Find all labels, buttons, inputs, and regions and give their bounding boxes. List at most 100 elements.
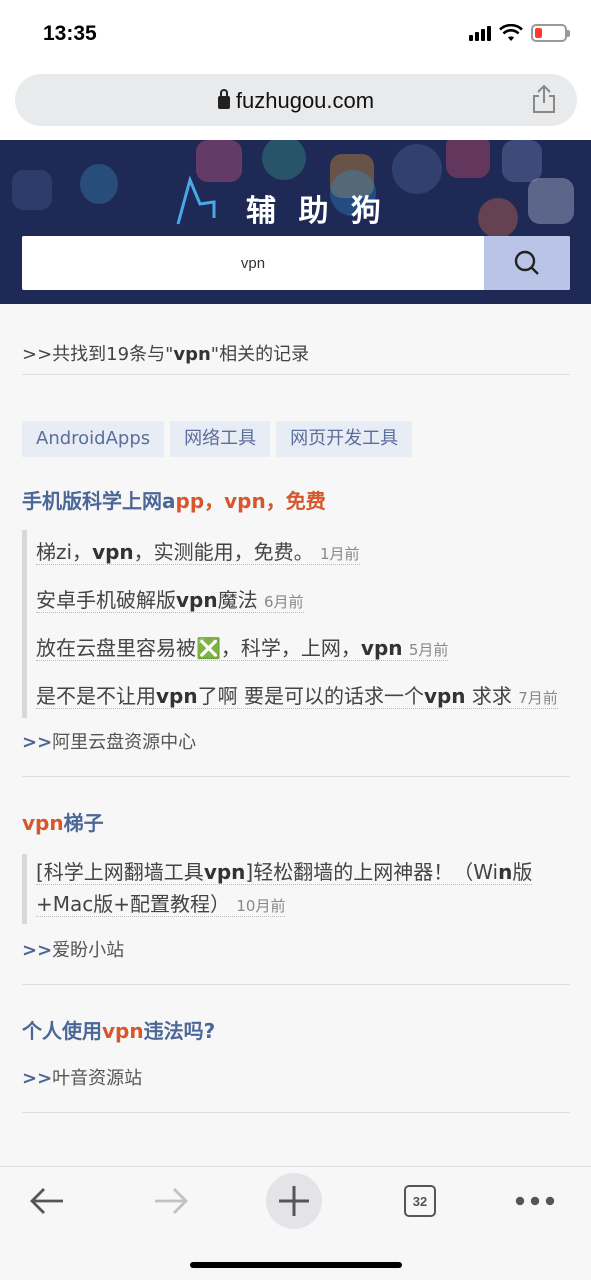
snippet-age: 7月前 [518,689,558,707]
battery-icon [531,24,570,42]
snippet-item[interactable]: 放在云盘里容易被❎，科学，上网，vpn 5月前 [36,632,570,666]
snippet-keyword: vpn [156,684,198,708]
result-title[interactable]: vpn梯子 [22,807,570,836]
snippet-text: [科学上网翻墙工具 [36,860,204,884]
deco-app-icon [528,178,574,224]
more-button[interactable] [508,1181,562,1221]
more-icon [515,1196,555,1206]
new-tab-icon [279,1186,309,1216]
result-title-part: 手机版科学上网a [22,489,176,513]
source-arrow: >> [22,732,53,753]
tabs-button[interactable]: 32 [393,1181,447,1221]
search-box [22,236,570,290]
url-display[interactable]: fuzhugou.com [15,88,577,114]
snippet-keyword: vpn [360,636,403,660]
deco-app-icon [502,140,542,182]
source-arrow: >> [22,1068,53,1089]
snippet-age: 10月前 [236,897,286,915]
status-icons [469,24,570,42]
result-title-part: 违法吗? [143,1019,216,1043]
tag-network-tools[interactable]: 网络工具 [170,421,271,457]
snippet-text: 魔法 [217,588,258,612]
deco-app-icon [262,140,306,180]
snippet-age: 1月前 [320,545,360,563]
snippet-text: 放在云盘里容易被 [36,636,196,660]
logo-mark [176,175,216,225]
wifi-icon [499,24,523,41]
back-icon [30,1188,63,1214]
snippet-list: 梯zi，vpn，实测能用，免费。 1月前 安卓手机破解版vpn魔法 6月前 放在… [22,530,570,718]
search-icon [514,250,539,275]
tab-count: 32 [412,1193,428,1209]
status-bar: 13:35 [0,0,591,68]
result-title[interactable]: 个人使用vpn违法吗? [22,1015,570,1044]
snippet-item[interactable]: 安卓手机破解版vpn魔法 6月前 [36,584,570,618]
search-results: >>共找到19条与"vpn"相关的记录 AndroidApps 网络工具 网页开… [22,304,570,1113]
result-title-keyword: vpn [102,1019,144,1043]
snippet-keyword: vpn [92,540,134,564]
snippet-list: [科学上网翻墙工具vpn]轻松翻墙的上网神器！（Win版+Mac版+配置教程） … [22,854,570,924]
snippet-keyword: vpn [423,684,466,708]
lock-icon [217,89,230,109]
result-title-keyword: vpn [22,811,64,835]
search-input[interactable] [22,236,484,290]
snippet-keyword: vpn [203,860,246,884]
url-text: fuzhugou.com [235,88,375,113]
source-name: 阿里云盘资源中心 [52,732,197,753]
site-brand[interactable]: 辅 助 狗 [246,186,387,230]
search-button[interactable] [484,236,570,290]
tabs-icon: 32 [404,1185,436,1217]
share-icon[interactable] [531,84,557,114]
deco-app-icon [478,198,518,238]
signal-icon [469,25,491,41]
result-title-part: pp，vpn，免费 [175,489,326,513]
snippet-item[interactable]: 是不是不让用vpn了啊 要是可以的话求一个vpn 求求 7月前 [36,680,570,714]
result-section: 个人使用vpn违法吗? >>叶音资源站 [22,1015,570,1113]
snippet-text: 了啊 要是可以的话求一个 [197,684,424,708]
snippet-text: 安卓手机破解版 [36,588,176,612]
cross-mark-icon: ❎ [196,636,221,660]
result-section: vpn梯子 [科学上网翻墙工具vpn]轻松翻墙的上网神器！（Win版+Mac版+… [22,807,570,985]
tag-list: AndroidApps 网络工具 网页开发工具 [22,421,570,457]
snippet-text: 梯zi， [36,540,93,564]
result-section: 手机版科学上网app，vpn，免费 梯zi，vpn，实测能用，免费。 1月前 安… [22,485,570,777]
result-count-suffix: "相关的记录 [210,344,310,365]
tag-androidapps[interactable]: AndroidApps [22,421,165,457]
result-source[interactable]: >>爱盼小站 [22,936,570,962]
snippet-text: ]轻松翻墙的上网神器！（Wi [245,860,499,884]
forward-button[interactable] [144,1181,198,1221]
back-button[interactable] [20,1181,74,1221]
forward-icon [155,1188,188,1214]
tag-web-dev-tools[interactable]: 网页开发工具 [276,421,413,457]
status-time: 13:35 [43,22,97,45]
result-count-prefix: >>共找到19条与" [22,344,174,365]
result-source[interactable]: >>叶音资源站 [22,1064,570,1090]
snippet-keyword: n [498,860,513,884]
deco-app-icon [446,140,490,178]
result-title-part: 个人使用 [22,1019,102,1043]
snippet-text: ，实测能用，免费。 [133,540,314,564]
snippet-keyword: vpn [176,588,218,612]
new-tab-button[interactable] [266,1173,322,1229]
result-title[interactable]: 手机版科学上网app，vpn，免费 [22,485,570,514]
snippet-age: 5月前 [408,641,449,659]
home-indicator[interactable] [190,1262,402,1268]
deco-app-icon [12,170,52,210]
result-count-keyword: vpn [173,344,211,365]
snippet-text: 求求 [465,684,512,708]
browser-address-area: fuzhugou.com [0,68,591,140]
result-source[interactable]: >>阿里云盘资源中心 [22,728,570,754]
source-name: 爱盼小站 [52,940,125,961]
source-arrow: >> [22,940,53,961]
result-title-part: 梯子 [63,811,104,835]
site-banner: 辅 助 狗 [0,140,591,304]
snippet-text: ，科学，上网， [220,636,361,660]
address-bar[interactable]: fuzhugou.com [15,74,577,126]
snippet-item[interactable]: [科学上网翻墙工具vpn]轻松翻墙的上网神器！（Win版+Mac版+配置教程） … [36,856,570,922]
snippet-age: 6月前 [263,593,304,611]
deco-app-icon [80,164,118,204]
result-count: >>共找到19条与"vpn"相关的记录 [22,340,570,375]
deco-app-icon [392,144,442,194]
snippet-text: 是不是不让用 [36,684,156,708]
snippet-item[interactable]: 梯zi，vpn，实测能用，免费。 1月前 [36,536,570,570]
